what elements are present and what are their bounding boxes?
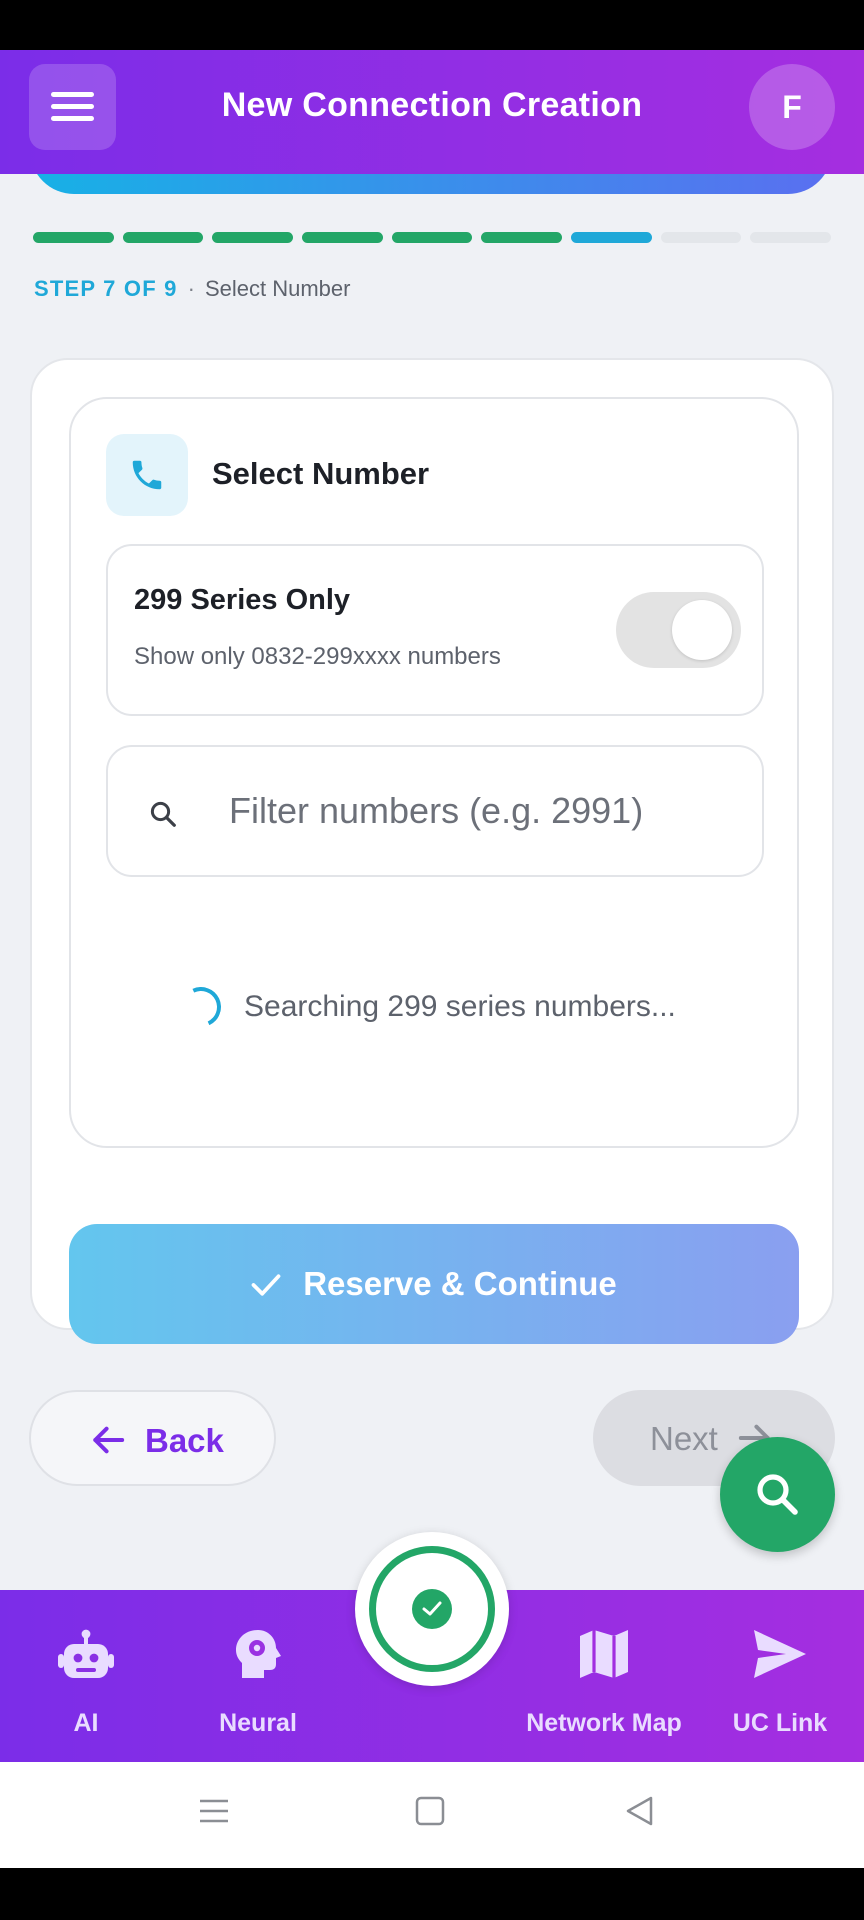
search-icon (150, 801, 176, 827)
step-card: Select Number 299 Series Only Show only … (30, 358, 834, 1344)
filter-field[interactable] (106, 745, 764, 877)
check-icon (251, 1274, 281, 1296)
reserve-continue-button[interactable]: Reserve & Continue (69, 1224, 799, 1344)
step-count: STEP 7 OF 9 (34, 276, 178, 301)
map-icon (580, 1630, 628, 1678)
step-name: Select Number (204, 276, 351, 301)
progress-segment (750, 232, 832, 243)
series-filter-option: 299 Series Only Show only 0832-299xxxx n… (106, 544, 764, 716)
progress-segment (571, 232, 652, 243)
next-label: Next (650, 1420, 718, 1457)
progress-segment (33, 232, 114, 243)
page-title: New Connection Creation (221, 86, 643, 124)
nav-item-network-map[interactable]: Network Map (498, 1590, 710, 1762)
back-button[interactable]: Back (29, 1390, 276, 1486)
nav-item-neural[interactable]: Neural (190, 1590, 326, 1762)
reserve-label: Reserve & Continue (303, 1265, 617, 1302)
step-progress-bar (33, 232, 832, 244)
back-triangle-icon[interactable] (624, 1795, 656, 1827)
nav-label-uc-link: UC Link (732, 1709, 828, 1737)
home-icon[interactable] (414, 1795, 446, 1827)
nav-label-neural: Neural (219, 1709, 297, 1737)
brain-head-icon (236, 1630, 281, 1678)
loading-spinner-icon (175, 981, 227, 1033)
progress-segment (660, 232, 742, 243)
center-action-button[interactable] (355, 1532, 509, 1686)
search-fab[interactable] (720, 1437, 835, 1552)
phone-icon-tile (106, 434, 188, 516)
nav-label-network-map: Network Map (526, 1709, 682, 1737)
robot-icon (58, 1629, 114, 1678)
avatar[interactable]: F (749, 64, 835, 150)
progress-segment (122, 232, 204, 243)
step-indicator: STEP 7 OF 9 · Select Number (34, 276, 350, 302)
phone-icon (132, 460, 162, 490)
loading-text: Searching 299 series numbers... (244, 990, 676, 1023)
app-header: New Connection Creation F (0, 50, 864, 174)
progress-segment (391, 232, 473, 243)
arrow-left-icon (93, 1426, 125, 1454)
toggle-knob (672, 600, 732, 660)
app-screen: New Connection Creation F STEP 7 OF 9 · Se… (0, 50, 864, 1868)
check-circle-icon (412, 1589, 452, 1629)
progress-segment (481, 232, 563, 243)
progress-segment (302, 232, 383, 243)
filter-input[interactable] (229, 779, 739, 843)
series-toggle-switch[interactable] (616, 592, 741, 668)
system-navigation-bar (0, 1762, 864, 1868)
recents-icon[interactable] (198, 1795, 230, 1827)
back-label: Back (145, 1422, 224, 1459)
select-number-panel: Select Number 299 Series Only Show only … (69, 397, 799, 1148)
nav-label-ai: AI (73, 1709, 99, 1737)
search-icon (757, 1474, 798, 1515)
toggle-subtitle: Show only 0832-299xxxx numbers (134, 643, 501, 670)
send-icon (754, 1630, 806, 1678)
step-separator: · (187, 276, 195, 301)
toggle-title: 299 Series Only (134, 584, 351, 616)
card-title: Select Number (212, 456, 430, 491)
progress-segment (212, 232, 294, 243)
nav-item-uc-link[interactable]: UC Link (716, 1590, 844, 1762)
nav-item-ai[interactable]: AI (18, 1590, 154, 1762)
